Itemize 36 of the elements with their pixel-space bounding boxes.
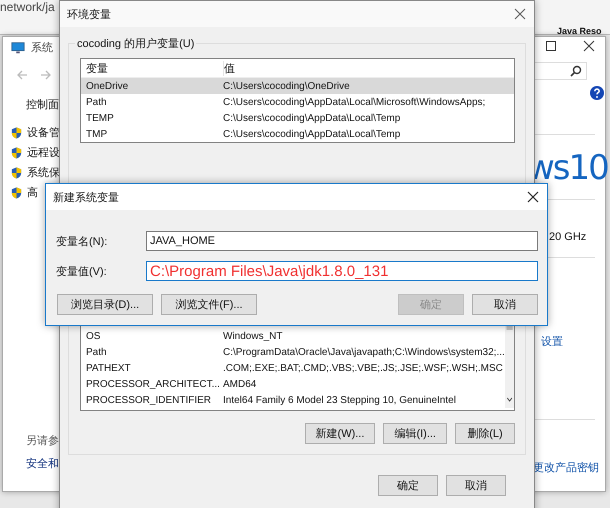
field-label: 变量名(N): — [56, 234, 108, 248]
list-row[interactable]: PROCESSOR_IDENTIFIER Intel64 Family 6 Model 23 Stepping 10, GenuineIntel — [81, 392, 505, 408]
dialog-button[interactable]: 删除(L) — [455, 423, 515, 444]
list-row[interactable]: PATHEXT .COM;.EXE;.BAT;.CMD;.VBS;.VBE;.JS;.JSE;.WSF;.WSH;.MSC — [81, 360, 505, 376]
side-link[interactable]: 远程设 — [27, 145, 60, 160]
list-row[interactable]: PROCESSOR_ARCHITECT... AMD64 — [81, 376, 505, 392]
address-text: network/ja — [0, 0, 55, 14]
list-row[interactable]: TMP C:\Users\cocoding\AppData\Local\Temp — [81, 126, 514, 142]
settings-link[interactable]: 设置 — [541, 334, 563, 349]
dialog-button[interactable]: 取消 — [446, 475, 506, 496]
column-header[interactable]: 值 — [224, 60, 235, 76]
dialog-button[interactable]: 新建(W)... — [304, 423, 376, 444]
input-field[interactable]: C:\Program Files\Java\jdk1.8.0_131 — [146, 261, 538, 281]
dialog-button[interactable]: 确定 — [378, 475, 438, 496]
column-header[interactable]: 变量 — [81, 60, 224, 76]
input-field[interactable]: JAVA_HOME — [146, 231, 538, 251]
dialog-button[interactable]: 编辑(I)... — [383, 423, 447, 444]
list-row[interactable]: Path C:\ProgramData\Oracle\Java\javapath;C:\Windows\system32;... — [81, 344, 505, 360]
dialog-button[interactable]: 取消 — [472, 294, 538, 315]
dialog-button[interactable]: 浏览目录(D)... — [57, 294, 153, 315]
dialog-button[interactable]: 浏览文件(F)... — [161, 294, 257, 315]
window-title: 系统 — [31, 40, 53, 55]
side-link[interactable]: 系统保 — [27, 165, 60, 180]
list-row[interactable]: OneDrive C:\Users\cocoding\OneDrive — [81, 78, 514, 94]
list-row[interactable]: TEMP C:\Users\cocoding\AppData\Local\Temp — [81, 110, 514, 126]
dialog-title: 新建系统变量 — [53, 190, 119, 204]
side-link[interactable]: 高 — [27, 185, 38, 200]
processor-speed: 20 GHz — [549, 231, 586, 243]
list-row[interactable]: Path C:\Users\cocoding\AppData\Local\Microsoft\WindowsApps; — [81, 94, 514, 110]
side-link[interactable]: 设备管 — [27, 125, 60, 140]
list-row[interactable]: OS Windows_NT — [81, 328, 505, 344]
dialog-title: 环境变量 — [67, 8, 111, 22]
field-label: 变量值(V): — [56, 264, 108, 278]
tab-label[interactable]: Java Reso — [557, 26, 602, 36]
section-label: 另请参 — [26, 434, 60, 448]
group-label: cocoding 的用户变量(U) — [75, 36, 196, 51]
